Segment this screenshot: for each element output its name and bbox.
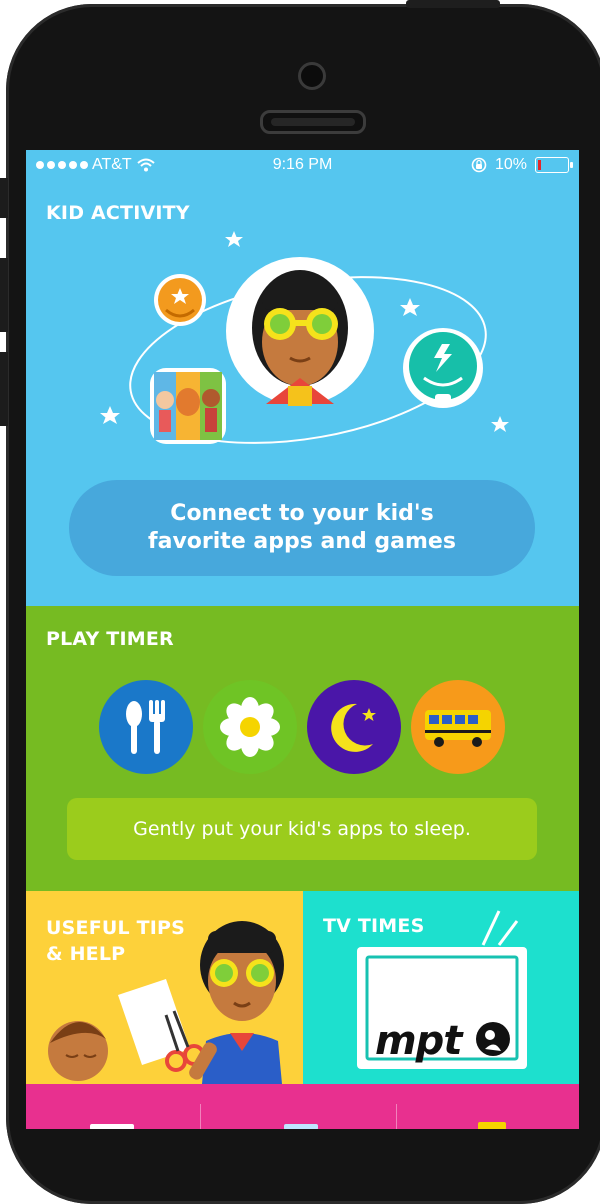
play-timer-title: PLAY TIMER [46, 628, 174, 650]
tv-times-tile[interactable]: TV TIMES mpt [303, 891, 579, 1084]
play-timer-section: PLAY TIMER Gently put your kid's apps to… [26, 606, 579, 891]
playtime-timer-button[interactable] [203, 680, 297, 774]
pbs-logo-icon [476, 1022, 510, 1056]
battery-icon [535, 157, 573, 173]
school-timer-button[interactable] [411, 680, 505, 774]
kid-avatar-icon [226, 257, 374, 406]
robot-character-icon [403, 328, 483, 408]
fork-knife-icon [126, 700, 165, 754]
school-bus-icon [425, 710, 491, 747]
volume-down-button [0, 352, 8, 426]
bottom-nav-bar[interactable] [26, 1084, 579, 1129]
meal-timer-button[interactable] [99, 680, 193, 774]
battery-percent: 10% [494, 156, 527, 173]
front-camera [298, 62, 326, 90]
tips-illustration [48, 921, 284, 1084]
rotation-lock-icon [471, 157, 487, 173]
sleep-apps-bar[interactable]: Gently put your kid's apps to sleep. [67, 798, 537, 860]
mute-switch [0, 178, 8, 218]
earpiece-speaker [260, 110, 366, 134]
useful-tips-tile[interactable]: USEFUL TIPS & HELP [26, 891, 303, 1084]
divider [396, 1104, 397, 1129]
nav-item-icon[interactable] [478, 1122, 506, 1129]
kid-apps-tile-icon [150, 368, 226, 444]
power-button [406, 0, 500, 8]
divider [200, 1104, 201, 1129]
volume-up-button [0, 258, 8, 332]
nav-item-icon[interactable] [284, 1124, 318, 1129]
mpt-logo-text: mpt [375, 1018, 462, 1064]
kid-activity-section[interactable]: AT&T 9:16 PM 10% KID ACTIVITY Connect to… [26, 150, 579, 606]
moon-star-icon [331, 703, 376, 752]
orange-character-icon [154, 274, 206, 326]
status-bar: AT&T 9:16 PM 10% [26, 150, 579, 180]
nav-item-icon[interactable] [90, 1124, 134, 1129]
connect-apps-button[interactable]: Connect to your kid's favorite apps and … [69, 480, 535, 576]
bedtime-timer-button[interactable] [307, 680, 401, 774]
flower-icon [220, 697, 280, 757]
app-screen: AT&T 9:16 PM 10% KID ACTIVITY Connect to… [26, 150, 579, 1129]
